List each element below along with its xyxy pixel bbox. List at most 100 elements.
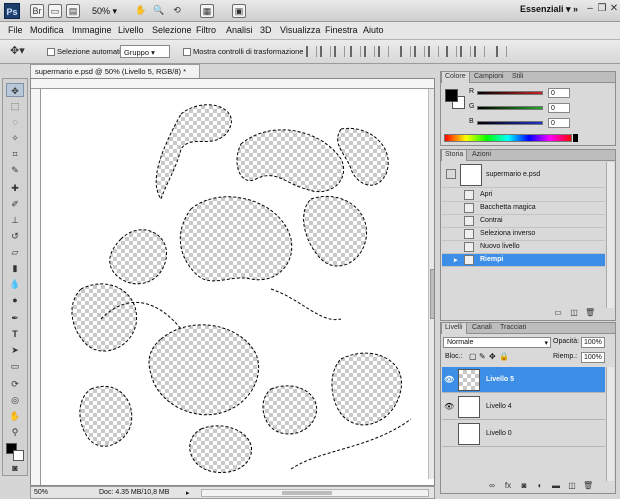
view-extras-icon[interactable]: ▤ [66, 4, 80, 18]
align-left-icon[interactable] [350, 46, 361, 57]
menu-aiuto[interactable]: Aiuto [363, 25, 384, 35]
gradient-tool-icon[interactable]: ▮ [6, 261, 24, 275]
menu-analisi[interactable]: Analisi [226, 25, 253, 35]
status-arrow-icon[interactable]: ▸ [186, 489, 190, 497]
screen-mode-icon[interactable]: ▣ [232, 4, 246, 18]
layer-visibility-eye-icon[interactable]: 👁 [444, 402, 454, 412]
snapshot-source-icon[interactable] [446, 169, 456, 179]
status-zoom[interactable]: 50% [34, 489, 48, 496]
layer-row-livello-0[interactable]: Livello 0 [442, 421, 605, 447]
restore-icon[interactable]: ❐ [596, 3, 608, 15]
history-item-contrai[interactable]: Contrai [442, 215, 605, 228]
channel-r-slider[interactable] [477, 91, 543, 95]
healing-brush-tool-icon[interactable]: ✚ [6, 181, 24, 195]
tab-azioni[interactable]: Azioni [469, 150, 494, 161]
fill-field[interactable]: 100% [581, 352, 605, 363]
eyedropper-tool-icon[interactable]: ✎ [6, 163, 24, 177]
background-color-swatch[interactable] [13, 450, 24, 461]
align-vcenter-icon[interactable] [320, 46, 331, 57]
menu-finestra[interactable]: Finestra [325, 25, 358, 35]
3d-orbit-tool-icon[interactable]: ◎ [6, 393, 24, 407]
history-brush-tool-icon[interactable]: ↺ [6, 229, 24, 243]
hand-tool-icon-2[interactable]: ✋ [6, 409, 24, 423]
zoom-tool-icon-2[interactable]: ⚲ [6, 425, 24, 439]
layer-row-livello-4[interactable]: 👁 Livello 4 [442, 394, 605, 420]
delete-layer-icon[interactable]: 🗑 [583, 481, 593, 491]
menu-file[interactable]: File [8, 25, 23, 35]
menu-modifica[interactable]: Modifica [30, 25, 64, 35]
crop-tool-icon[interactable]: ⌗ [6, 147, 24, 161]
zoom-tool-icon[interactable]: 🔍 [152, 4, 166, 18]
tab-campioni[interactable]: Campioni [471, 72, 507, 83]
lasso-tool-icon[interactable]: ◌ [6, 115, 24, 129]
layer-mask-icon[interactable]: ◙ [519, 481, 529, 491]
tab-tracciati[interactable]: Tracciati [497, 323, 529, 334]
align-right-icon[interactable] [378, 46, 389, 57]
channel-g-value[interactable]: 0 [548, 103, 570, 113]
canvas[interactable] [41, 89, 434, 479]
hand-tool-icon[interactable]: ✋ [134, 4, 148, 18]
tab-canali[interactable]: Canali [469, 323, 495, 334]
show-transform-checkbox[interactable] [183, 48, 191, 56]
tab-stili[interactable]: Stili [509, 72, 526, 83]
menu-visualizza[interactable]: Visualizza [280, 25, 320, 35]
new-group-icon[interactable]: ▬ [551, 481, 561, 491]
history-scrollbar[interactable] [606, 162, 614, 308]
bridge-icon[interactable]: Br [30, 4, 44, 18]
brush-tool-icon[interactable]: ✐ [6, 197, 24, 211]
distribute-left-icon[interactable] [446, 46, 457, 57]
align-bottom-icon[interactable] [334, 46, 345, 57]
tab-storia[interactable]: Storia [441, 150, 468, 161]
close-icon[interactable]: ✕ [608, 3, 620, 15]
auto-align-icon[interactable] [496, 46, 507, 57]
distribute-hcenter-icon[interactable] [460, 46, 471, 57]
channel-b-value[interactable]: 0 [548, 118, 570, 128]
layer-row-livello-5[interactable]: 👁 Livello 5 [442, 367, 605, 393]
vertical-scroll-thumb[interactable] [430, 269, 434, 319]
minimize-icon[interactable]: – [584, 3, 596, 15]
distribute-top-icon[interactable] [400, 46, 411, 57]
zoom-level-dropdown[interactable]: 50% ▾ [86, 4, 124, 18]
magic-wand-tool-icon[interactable]: ✧ [6, 131, 24, 145]
distribute-vcenter-icon[interactable] [414, 46, 425, 57]
blur-tool-icon[interactable]: 💧 [6, 277, 24, 291]
3d-rotate-tool-icon[interactable]: ⟳ [6, 377, 24, 391]
align-top-icon[interactable] [306, 46, 317, 57]
lock-pixels-icon[interactable]: ✎ [479, 352, 486, 361]
layers-scrollbar[interactable] [606, 367, 614, 481]
layer-visibility-eye-icon[interactable]: 👁 [444, 375, 454, 385]
menu-immagine[interactable]: Immagine [72, 25, 112, 35]
horizontal-scrollbar[interactable] [201, 489, 429, 497]
auto-select-dropdown[interactable]: Gruppo ▾ [120, 45, 170, 58]
history-item-bacchetta-magica[interactable]: Bacchetta magica [442, 202, 605, 215]
lock-transparency-icon[interactable]: ▢ [469, 352, 477, 361]
rotate-view-icon[interactable]: ⟲ [170, 4, 184, 18]
layer-visibility-empty[interactable] [444, 429, 454, 439]
horizontal-scroll-thumb[interactable] [282, 491, 332, 495]
arrange-documents-icon[interactable]: ▦ [200, 4, 214, 18]
adjustment-layer-icon[interactable]: ◐ [535, 481, 545, 491]
lock-position-icon[interactable]: ✥ [489, 352, 496, 361]
menu-selezione[interactable]: Selezione [152, 25, 192, 35]
marquee-tool-icon[interactable]: ⬚ [6, 99, 24, 113]
color-spectrum-ramp[interactable] [444, 134, 572, 142]
menu-livello[interactable]: Livello [118, 25, 144, 35]
menu-filtro[interactable]: Filtro [196, 25, 216, 35]
tab-livelli[interactable]: Livelli [441, 323, 467, 334]
minibridge-icon[interactable]: ▭ [48, 4, 62, 18]
type-tool-icon[interactable]: T [6, 327, 24, 341]
channel-r-value[interactable]: 0 [548, 88, 570, 98]
new-document-from-state-icon[interactable]: ▭ [553, 308, 563, 318]
move-tool-icon[interactable]: ✥ [6, 83, 24, 97]
lock-all-icon[interactable]: 🔒 [499, 352, 509, 361]
new-layer-icon[interactable]: ◫ [567, 481, 577, 491]
link-layers-icon[interactable]: ∞ [487, 481, 497, 491]
clone-stamp-tool-icon[interactable]: ⊥ [6, 213, 24, 227]
distribute-bottom-icon[interactable] [428, 46, 439, 57]
opacity-field[interactable]: 100% [581, 337, 605, 348]
pen-tool-icon[interactable]: ✒ [6, 311, 24, 325]
move-tool-preset-icon[interactable]: ✥▾ [10, 45, 25, 59]
workspace-switcher[interactable]: Essenziali ▾ » [520, 4, 578, 15]
tab-colore[interactable]: Colore [441, 72, 470, 83]
panel-foreground-swatch[interactable] [445, 89, 458, 102]
